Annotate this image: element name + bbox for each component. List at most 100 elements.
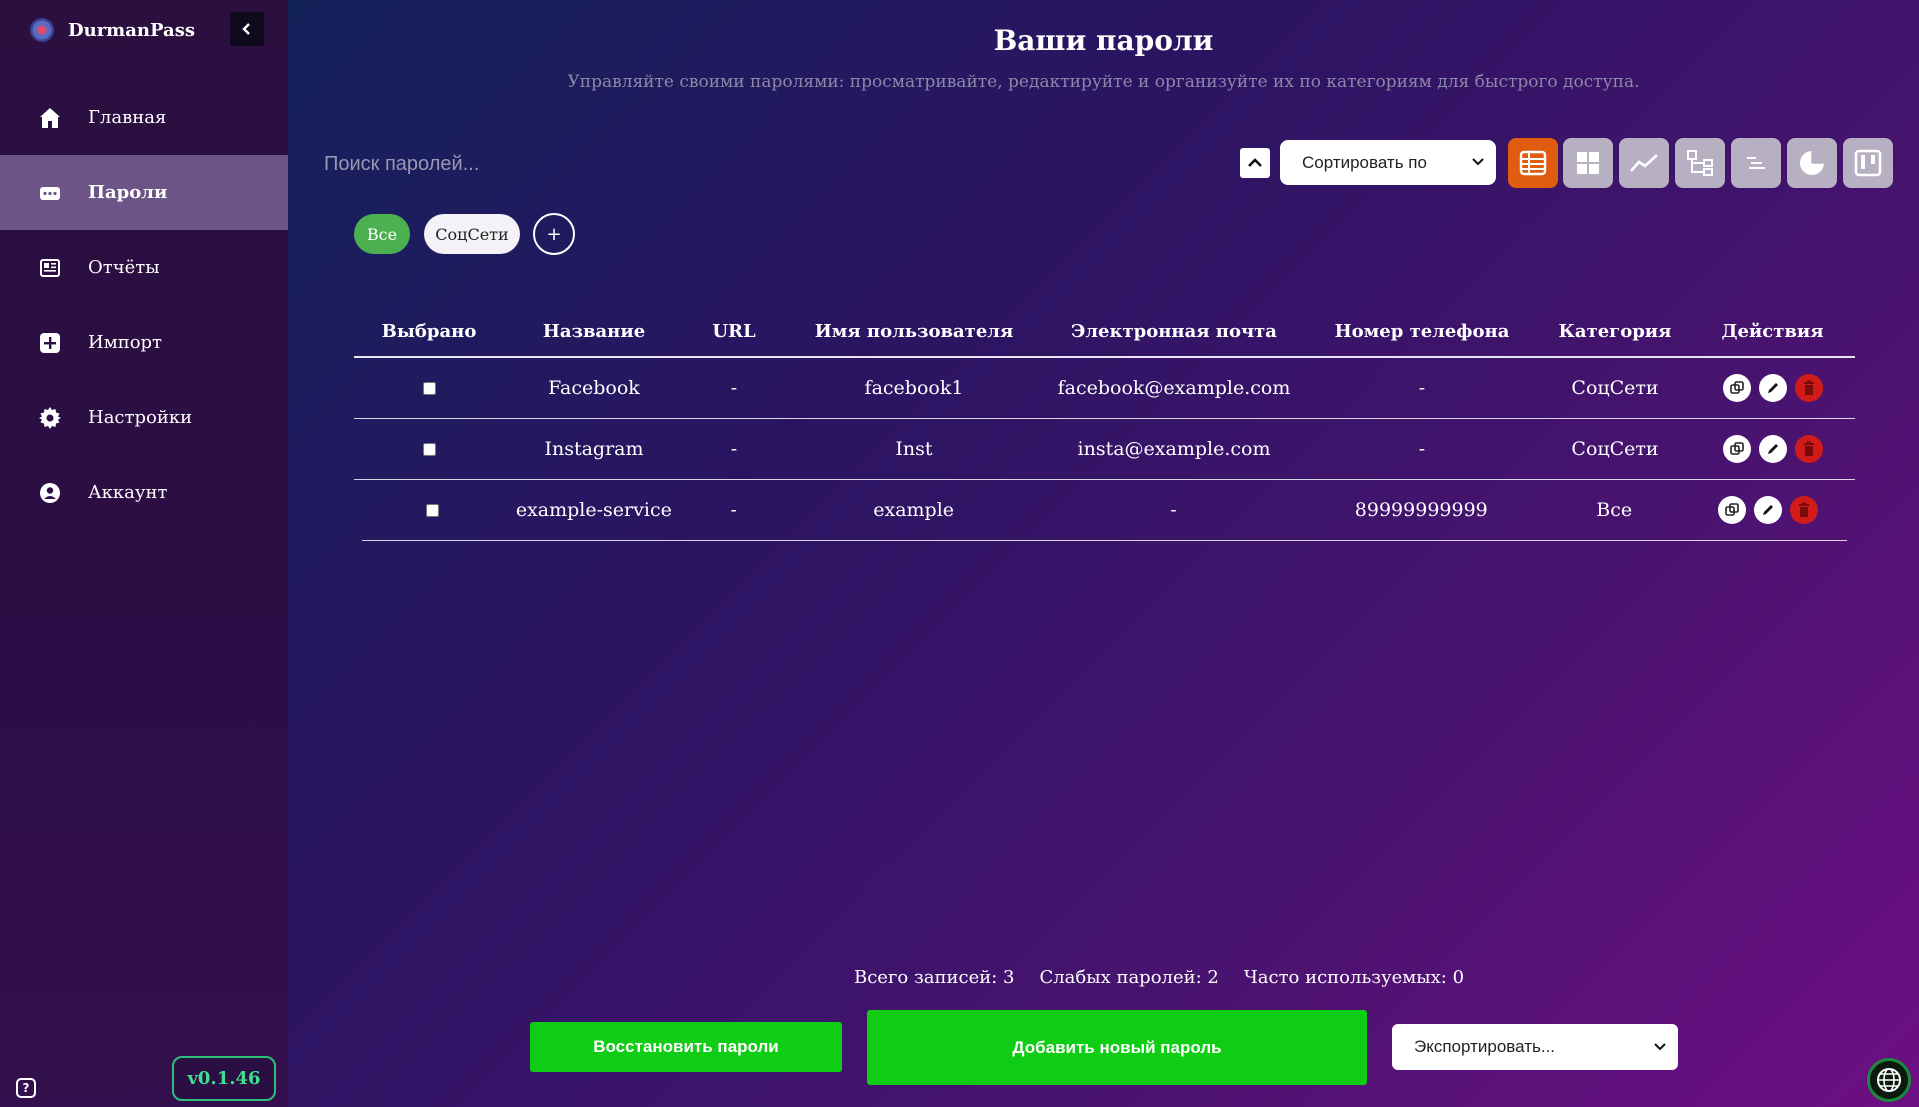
chevron-down-icon xyxy=(1472,158,1484,166)
column-header[interactable]: Номер телефона xyxy=(1304,306,1540,356)
sidebar-item-home[interactable]: Главная xyxy=(0,80,288,155)
report-icon xyxy=(38,256,62,280)
cell-name: Instagram xyxy=(544,438,644,460)
page-subtitle: Управляйте своими паролями: просматривай… xyxy=(567,72,1640,92)
sidebar-item-label: Настройки xyxy=(88,407,193,428)
edit-button[interactable] xyxy=(1758,374,1787,402)
sort-direction-button[interactable] xyxy=(1240,148,1270,178)
category-chip-social[interactable]: СоцСети xyxy=(424,214,520,254)
copy-icon xyxy=(1725,503,1739,516)
restore-passwords-button[interactable]: Восстановить пароли xyxy=(530,1022,842,1072)
cell-username: Inst xyxy=(895,438,933,460)
copy-icon xyxy=(1729,381,1744,394)
category-chip-all[interactable]: Все xyxy=(354,214,410,254)
version-badge: v0.1.46 xyxy=(172,1056,276,1101)
column-header[interactable]: Электронная почта xyxy=(1044,306,1304,356)
page-title: Ваши пароли xyxy=(993,24,1214,57)
stats-bar: Всего записей: 3 Слабых паролей: 2 Часто… xyxy=(854,967,1489,988)
table-row: Instagram - Inst insta@example.com - Соц… xyxy=(354,419,1855,480)
search-input[interactable] xyxy=(324,146,824,182)
column-header: Действия xyxy=(1721,320,1824,342)
row-select-cell xyxy=(354,358,504,418)
view-chart-button[interactable] xyxy=(1619,138,1669,188)
globe-icon xyxy=(1877,1068,1901,1092)
add-password-button[interactable]: Добавить новый пароль xyxy=(867,1010,1367,1085)
view-grid-button[interactable] xyxy=(1563,138,1613,188)
trash-icon xyxy=(1803,380,1814,395)
view-timeline-button[interactable] xyxy=(1731,138,1781,188)
import-icon xyxy=(38,331,62,355)
help-icon[interactable]: ? xyxy=(16,1078,36,1098)
sidebar: DurmanPass Главная Пароли Отчёты Импорт … xyxy=(0,0,288,1107)
sidebar-item-label: Импорт xyxy=(88,332,163,353)
column-header[interactable]: Категория xyxy=(1540,306,1690,356)
language-button[interactable] xyxy=(1867,1058,1911,1102)
column-header[interactable]: Выбрано xyxy=(354,306,504,356)
sidebar-collapse-button[interactable] xyxy=(230,12,264,46)
trash-icon xyxy=(1799,502,1810,517)
copy-button[interactable] xyxy=(1722,435,1751,463)
copy-button[interactable] xyxy=(1718,496,1747,524)
cell-actions xyxy=(1690,358,1855,418)
pencil-icon xyxy=(1767,383,1778,393)
pencil-icon xyxy=(1767,444,1778,454)
trash-icon xyxy=(1803,441,1814,456)
timeline-view-icon xyxy=(1747,157,1765,169)
stat-weak: Слабых паролей: 2 xyxy=(1039,967,1219,988)
export-select[interactable]: Экспортировать... xyxy=(1392,1024,1678,1070)
sidebar-item-label: Главная xyxy=(88,107,167,128)
sidebar-item-import[interactable]: Импорт xyxy=(0,305,288,380)
edit-button[interactable] xyxy=(1754,496,1783,524)
stat-frequent: Часто используемых: 0 xyxy=(1243,967,1465,988)
table-view-icon xyxy=(1519,150,1547,176)
sidebar-item-account[interactable]: Аккаунт xyxy=(0,455,288,530)
cell-username: example xyxy=(873,499,955,521)
row-checkbox[interactable] xyxy=(426,503,440,517)
delete-button[interactable] xyxy=(1794,435,1823,463)
chevron-up-icon xyxy=(1248,158,1262,167)
cell-phone: - xyxy=(1418,438,1426,460)
cell-url: - xyxy=(730,499,737,521)
chart-view-icon xyxy=(1630,154,1658,172)
column-header[interactable]: URL xyxy=(684,306,784,356)
kanban-view-icon xyxy=(1854,149,1882,177)
sidebar-nav: Главная Пароли Отчёты Импорт Настройки А… xyxy=(0,80,288,530)
stat-total: Всего записей: 3 xyxy=(854,967,1015,988)
add-category-button[interactable]: + xyxy=(533,213,575,255)
passwords-table: Выбрано Название URL Имя пользователя Эл… xyxy=(354,306,1855,541)
copy-button[interactable] xyxy=(1722,374,1751,402)
logo-icon xyxy=(30,18,54,42)
cell-url: - xyxy=(730,377,738,399)
cell-email: insta@example.com xyxy=(1077,438,1271,460)
delete-button[interactable] xyxy=(1790,496,1819,524)
view-pie-button[interactable] xyxy=(1787,138,1837,188)
cell-name: Facebook xyxy=(548,377,640,399)
sidebar-item-label: Пароли xyxy=(88,182,168,203)
cell-email: - xyxy=(1170,499,1177,521)
gear-icon xyxy=(38,406,62,430)
cell-category: СоцСети xyxy=(1571,377,1659,399)
delete-button[interactable] xyxy=(1794,374,1823,402)
sort-select-value: Сортировать по xyxy=(1302,152,1427,172)
cell-username: facebook1 xyxy=(864,377,964,399)
sort-select[interactable]: Сортировать по xyxy=(1280,140,1496,185)
view-kanban-button[interactable] xyxy=(1843,138,1893,188)
app-name: DurmanPass xyxy=(68,19,195,41)
row-checkbox[interactable] xyxy=(422,442,436,456)
copy-icon xyxy=(1729,442,1744,455)
sidebar-item-reports[interactable]: Отчёты xyxy=(0,230,288,305)
column-header[interactable]: Имя пользователя xyxy=(784,306,1044,356)
chevron-down-icon xyxy=(1654,1043,1666,1051)
cell-category: Все xyxy=(1596,499,1633,521)
cell-phone: - xyxy=(1418,377,1426,399)
edit-button[interactable] xyxy=(1758,435,1787,463)
column-header[interactable]: Название xyxy=(504,306,684,356)
sidebar-item-passwords[interactable]: Пароли xyxy=(0,155,288,230)
tree-view-icon xyxy=(1687,150,1713,176)
view-tree-button[interactable] xyxy=(1675,138,1725,188)
view-table-button[interactable] xyxy=(1508,138,1558,188)
brand[interactable]: DurmanPass xyxy=(30,18,195,42)
sidebar-item-settings[interactable]: Настройки xyxy=(0,380,288,455)
main-content: Ваши пароли Управляйте своими паролями: … xyxy=(288,0,1919,1107)
row-checkbox[interactable] xyxy=(422,381,436,395)
